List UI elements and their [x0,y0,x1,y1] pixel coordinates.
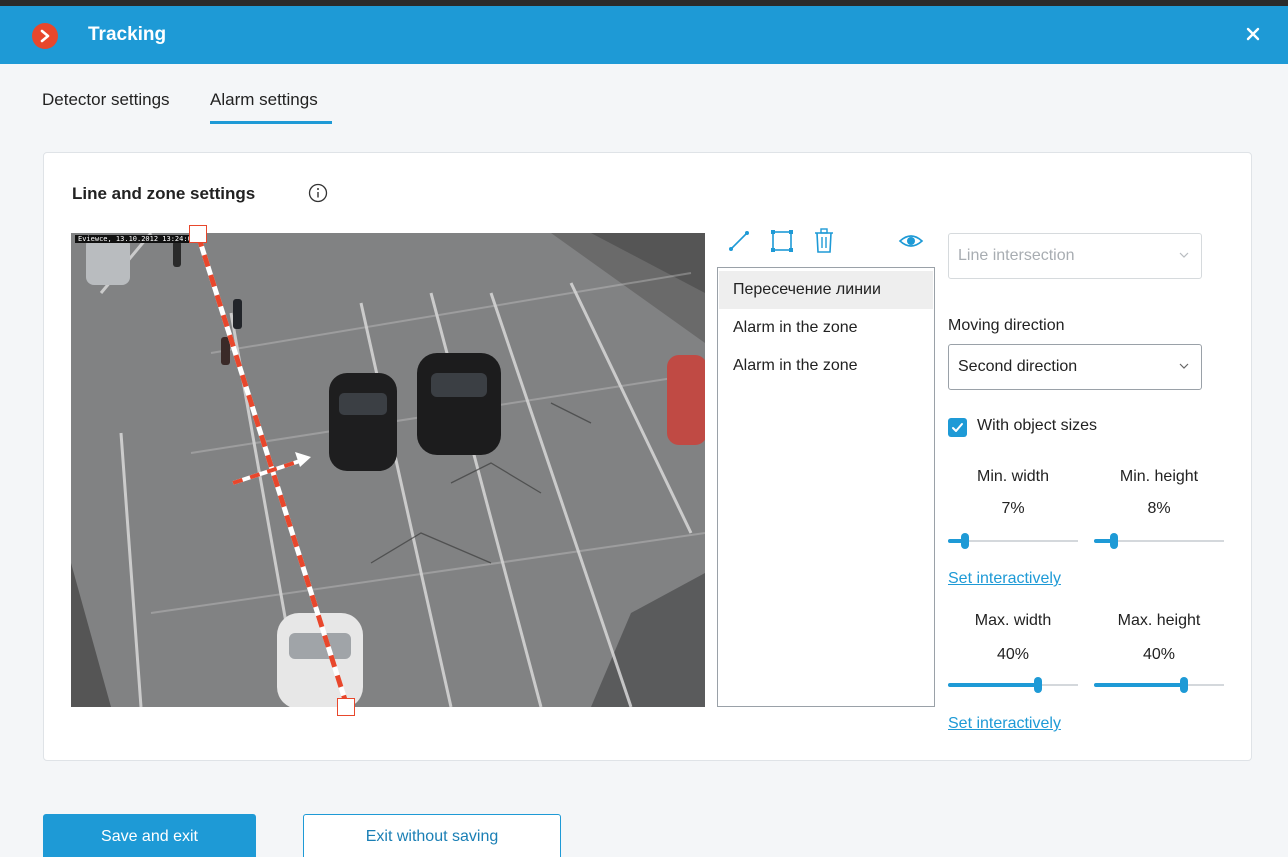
slider-thumb[interactable] [1110,533,1118,549]
app-logo-icon [32,23,58,49]
tab-detector-settings[interactable]: Detector settings [42,90,170,110]
min-height-label: Min. height [1119,468,1199,485]
set-interactively-min-link[interactable]: Set interactively [948,570,1061,588]
delete-icon[interactable] [811,227,837,255]
visibility-icon[interactable] [898,227,924,255]
camera-preview[interactable]: Eviewce, 13.10.2012 13:24:07 [71,225,705,716]
max-height-label: Max. height [1117,612,1201,629]
chevron-down-icon [1179,363,1189,369]
window-title: Tracking [88,24,167,45]
camera-frame [71,233,705,707]
min-width-label: Min. width [976,468,1050,485]
set-interactively-max-link[interactable]: Set interactively [948,715,1061,733]
moving-direction-label: Moving direction [948,317,1065,334]
list-item[interactable]: Alarm in the zone [719,309,933,347]
title-bar: Tracking [0,0,1288,64]
max-height-value: 40% [1142,646,1176,663]
chevron-down-icon [1179,252,1189,258]
max-height-slider[interactable] [1094,677,1224,693]
line-end-handle[interactable] [337,698,355,716]
slider-fill [948,683,1036,687]
line-zone-panel: Line and zone settings Eviewce, 13.10.20… [43,152,1252,761]
list-item[interactable]: Пересечение линии [719,271,933,309]
video-timestamp: Eviewce, 13.10.2012 13:24:07 [75,235,200,243]
min-height-value: 8% [1147,500,1171,517]
min-width-slider[interactable] [948,533,1078,549]
rules-list: Пересечение линии Alarm in the zone Alar… [717,267,935,707]
line-start-handle[interactable] [189,225,207,243]
active-tab-indicator [210,121,332,124]
slider-fill [1094,683,1182,687]
slider-thumb[interactable] [1180,677,1188,693]
zone-tool-icon[interactable] [769,227,795,255]
rule-type-value: Line intersection [958,247,1075,264]
exit-without-saving-button[interactable]: Exit without saving [303,814,561,857]
list-item[interactable]: Alarm in the zone [719,347,933,385]
min-width-value: 7% [1001,500,1025,517]
max-width-value: 40% [996,646,1030,663]
line-tool-icon[interactable] [726,227,752,255]
panel-title: Line and zone settings [72,184,256,203]
info-icon[interactable] [308,183,328,203]
close-icon[interactable] [1240,21,1266,47]
save-and-exit-button[interactable]: Save and exit [43,814,256,857]
slider-thumb[interactable] [1034,677,1042,693]
moving-direction-dropdown[interactable]: Second direction [948,344,1202,390]
rule-type-dropdown: Line intersection [948,233,1202,279]
max-width-slider[interactable] [948,677,1078,693]
max-width-label: Max. width [974,612,1052,629]
min-height-slider[interactable] [1094,533,1224,549]
drawing-toolbar [726,227,926,257]
slider-thumb[interactable] [961,533,969,549]
object-sizes-checkbox[interactable] [948,418,967,437]
moving-direction-value: Second direction [958,358,1078,375]
object-sizes-label: With object sizes [977,417,1098,434]
tab-alarm-settings[interactable]: Alarm settings [210,90,318,110]
